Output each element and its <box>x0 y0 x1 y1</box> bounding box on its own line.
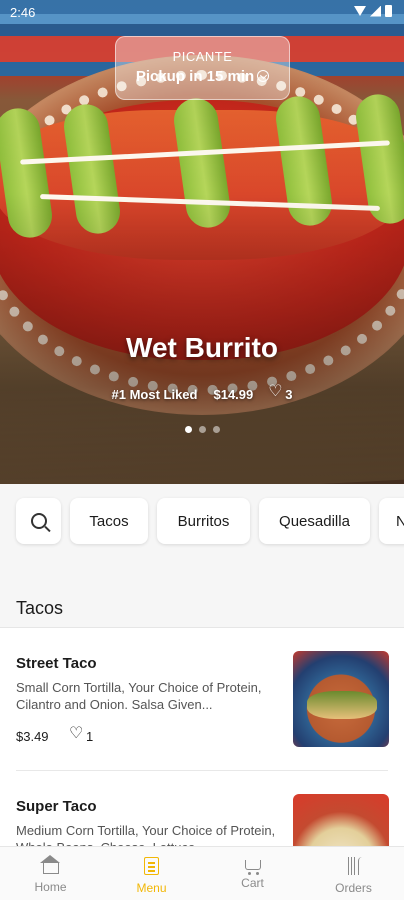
category-chip-quesadilla[interactable]: Quesadilla <box>259 498 370 544</box>
cart-icon <box>244 860 261 875</box>
menu-item[interactable]: Street Taco Small Corn Tortilla, Your Ch… <box>0 628 404 771</box>
chevron-down-icon <box>257 70 270 82</box>
item-name: Super Taco <box>16 798 97 815</box>
category-bar: Tacos Burritos Quesadilla N <box>0 484 404 558</box>
orders-icon <box>344 857 364 875</box>
item-name: Street Taco <box>16 655 97 672</box>
carousel-dot[interactable] <box>184 426 192 433</box>
carousel-dot[interactable] <box>198 426 206 433</box>
nav-cart[interactable]: Cart <box>202 847 303 900</box>
featured-item-title: Wet Burrito <box>126 332 278 363</box>
featured-likes: 3 <box>285 387 293 402</box>
section-header: Tacos <box>0 558 404 628</box>
carousel-dot[interactable] <box>212 426 220 433</box>
restaurant-name: PICANTE <box>172 49 233 64</box>
heart-icon[interactable] <box>69 726 83 742</box>
pickup-time: Pickup in 15 min <box>135 68 255 85</box>
status-time: 2:46 <box>10 5 36 20</box>
featured-price: $14.99 <box>213 387 254 402</box>
category-chip-next[interactable]: N <box>379 498 404 544</box>
menu-icon <box>144 857 159 875</box>
item-price: $3.49 <box>16 729 49 744</box>
pickup-selector[interactable]: PICANTE Pickup in 15 min <box>115 36 290 100</box>
item-image <box>293 651 389 747</box>
nav-home[interactable]: Home <box>0 847 101 900</box>
battery-icon <box>385 5 392 17</box>
signal-icon <box>370 5 381 17</box>
home-icon <box>39 855 60 874</box>
search-icon <box>30 513 47 529</box>
wifi-icon <box>354 6 366 16</box>
bottom-navigation: Home Menu Cart Orders <box>0 846 404 900</box>
hero-banner[interactable]: 2:46 PICANTE Pickup in 15 min Wet Burrit… <box>0 0 404 484</box>
nav-menu[interactable]: Menu <box>101 847 202 900</box>
nav-orders[interactable]: Orders <box>303 847 404 900</box>
category-chip-tacos[interactable]: Tacos <box>70 498 148 544</box>
status-bar: 2:46 <box>0 0 404 26</box>
item-description: Small Corn Tortilla, Your Choice of Prot… <box>16 680 262 712</box>
heart-icon[interactable] <box>268 384 282 400</box>
featured-item-meta: #1 Most Liked $14.99 3 <box>0 384 404 402</box>
most-liked-badge: #1 Most Liked <box>111 387 198 402</box>
section-title: Tacos <box>16 598 64 618</box>
search-button[interactable] <box>16 498 61 544</box>
category-chip-burritos[interactable]: Burritos <box>157 498 250 544</box>
item-likes: 1 <box>86 729 94 744</box>
carousel-indicator <box>0 426 404 433</box>
